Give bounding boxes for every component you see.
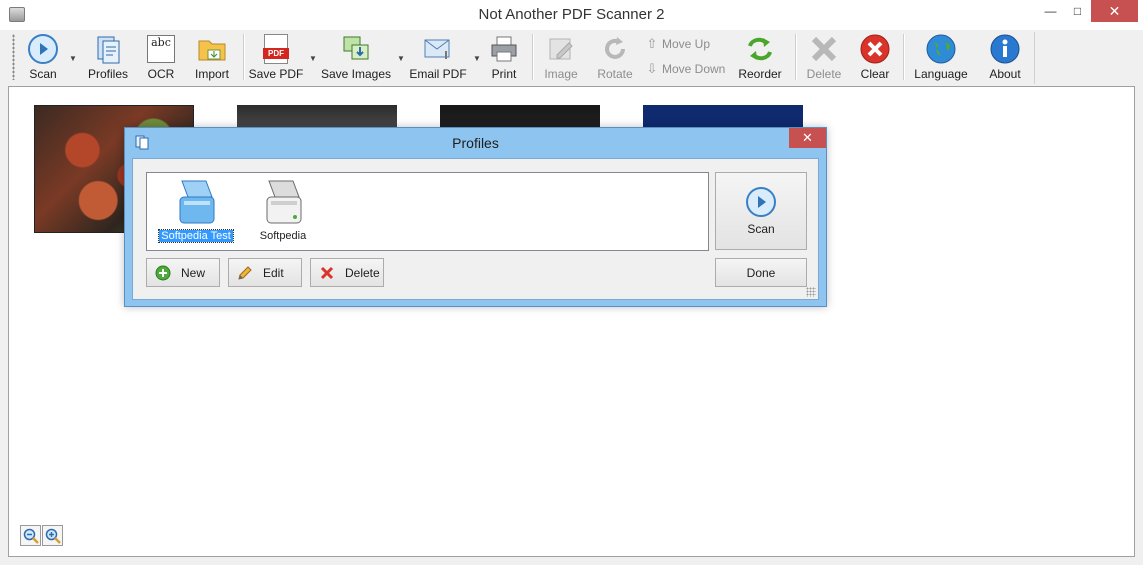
import-button[interactable]: Import: [191, 32, 233, 84]
profile-item-softpedia-test[interactable]: Softpedia Test: [151, 177, 241, 247]
pdf-file-icon: PDF: [259, 32, 293, 66]
done-button[interactable]: Done: [715, 258, 807, 287]
save-pdf-button[interactable]: PDF Save PDF: [248, 32, 304, 84]
delete-button-label: Delete: [345, 265, 380, 280]
main-toolbar: Scan ▼ Profiles abc OCR Import PDF Save …: [0, 30, 1143, 85]
print-button[interactable]: Print: [487, 32, 521, 84]
dialog-body: Softpedia Test Softpedia Scan Done New E…: [132, 158, 819, 300]
move-up-label: Move Up: [662, 37, 711, 51]
import-folder-icon: [195, 32, 229, 66]
delete-x-icon: [319, 265, 335, 281]
rotate-button-label: Rotate: [597, 67, 633, 81]
delete-profile-button[interactable]: Delete: [310, 258, 384, 287]
import-button-label: Import: [194, 67, 229, 81]
done-button-label: Done: [746, 265, 776, 280]
save-images-icon: [339, 32, 373, 66]
zoom-out-button[interactable]: [20, 525, 41, 546]
save-images-dropdown-arrow-icon[interactable]: ▼: [397, 54, 405, 63]
save-pdf-button-label: Save PDF: [248, 67, 304, 81]
ocr-button-label: OCR: [147, 67, 175, 81]
image-edit-icon: [544, 32, 578, 66]
reorder-arrows-icon: [743, 32, 777, 66]
toolbar-separator: [243, 34, 244, 80]
pencil-icon: [237, 265, 253, 281]
printer-icon: [487, 32, 521, 66]
rotate-button[interactable]: Rotate: [595, 32, 635, 84]
minimize-button[interactable]: —: [1037, 0, 1064, 22]
email-pdf-button-label: Email PDF: [409, 67, 467, 81]
dialog-close-button[interactable]: ✕: [789, 128, 826, 148]
scanner-icon: [266, 180, 302, 224]
scan-play-icon: [746, 187, 776, 217]
save-images-button-label: Save Images: [320, 67, 392, 81]
profiles-button[interactable]: Profiles: [86, 32, 130, 84]
about-button-label: About: [989, 67, 1021, 81]
delete-button[interactable]: Delete: [805, 32, 843, 84]
reorder-button-label: Reorder: [738, 67, 782, 81]
delete-button-label: Delete: [806, 67, 842, 81]
maximize-button[interactable]: □: [1064, 0, 1091, 22]
profiles-documents-icon: [91, 32, 125, 66]
profile-label: Softpedia Test: [158, 229, 234, 243]
email-pdf-button[interactable]: Email PDF: [409, 32, 467, 84]
scan-play-icon: [26, 32, 60, 66]
toolbar-end-divider: [1034, 32, 1035, 84]
add-plus-icon: [155, 265, 171, 281]
scanner-icon: [179, 180, 215, 224]
clear-button[interactable]: Clear: [857, 32, 893, 84]
globe-icon: [924, 32, 958, 66]
toolbar-separator: [903, 34, 904, 80]
zoom-in-icon: [45, 528, 61, 544]
edit-button-label: Edit: [263, 265, 284, 280]
dialog-scan-label: Scan: [747, 222, 775, 236]
dialog-resize-grip[interactable]: [806, 287, 816, 297]
email-pdf-dropdown-arrow-icon[interactable]: ▼: [473, 54, 481, 63]
dialog-title: Profiles: [452, 135, 499, 151]
scan-button-label: Scan: [29, 67, 57, 81]
toolbar-separator: [795, 34, 796, 80]
up-arrow-icon: ⇧: [646, 36, 658, 51]
rotate-icon: [598, 32, 632, 66]
reorder-button[interactable]: Reorder: [737, 32, 783, 84]
toolbar-separator: [532, 34, 533, 80]
image-button-label: Image: [544, 67, 578, 81]
edit-profile-button[interactable]: Edit: [228, 258, 302, 287]
image-button[interactable]: Image: [541, 32, 581, 84]
pdf-badge-text: PDF: [263, 48, 289, 59]
ocr-icon-text: abc: [147, 35, 175, 63]
print-button-label: Print: [491, 67, 517, 81]
move-down-label: Move Down: [662, 62, 726, 76]
clear-x-circle-icon: [858, 32, 892, 66]
new-profile-button[interactable]: New: [146, 258, 220, 287]
dialog-scan-button[interactable]: Scan: [715, 172, 807, 250]
move-up-button[interactable]: ⇧ Move Up: [645, 35, 710, 53]
profiles-dialog: Profiles ✕ Softpedia Test Softpedia Scan…: [124, 127, 827, 307]
ocr-button[interactable]: abc OCR: [143, 32, 179, 84]
about-button[interactable]: About: [986, 32, 1024, 84]
profile-list[interactable]: Softpedia Test Softpedia: [146, 172, 709, 251]
zoom-out-icon: [23, 528, 39, 544]
info-icon: [988, 32, 1022, 66]
envelope-icon: [421, 32, 455, 66]
profile-item-softpedia[interactable]: Softpedia: [238, 177, 328, 247]
language-button-label: Language: [914, 67, 968, 81]
profile-label: Softpedia: [259, 230, 307, 242]
profiles-button-label: Profiles: [87, 67, 128, 81]
save-images-button[interactable]: Save Images: [321, 32, 391, 84]
down-arrow-icon: ⇩: [646, 61, 658, 76]
language-button[interactable]: Language: [913, 32, 969, 84]
scan-dropdown-arrow-icon[interactable]: ▼: [69, 54, 77, 63]
toolbar-grip[interactable]: [12, 34, 15, 80]
window-title-bar: Not Another PDF Scanner 2 — □ ✕: [0, 0, 1143, 30]
close-button[interactable]: ✕: [1091, 0, 1138, 22]
window-title: Not Another PDF Scanner 2: [478, 6, 665, 23]
save-pdf-dropdown-arrow-icon[interactable]: ▼: [309, 54, 317, 63]
new-button-label: New: [181, 265, 206, 280]
clear-button-label: Clear: [860, 67, 890, 81]
ocr-abc-icon: abc: [144, 32, 178, 66]
scan-button[interactable]: Scan: [24, 32, 62, 84]
move-down-button[interactable]: ⇩ Move Down: [645, 60, 726, 78]
zoom-in-button[interactable]: [42, 525, 63, 546]
delete-x-icon: [807, 32, 841, 66]
